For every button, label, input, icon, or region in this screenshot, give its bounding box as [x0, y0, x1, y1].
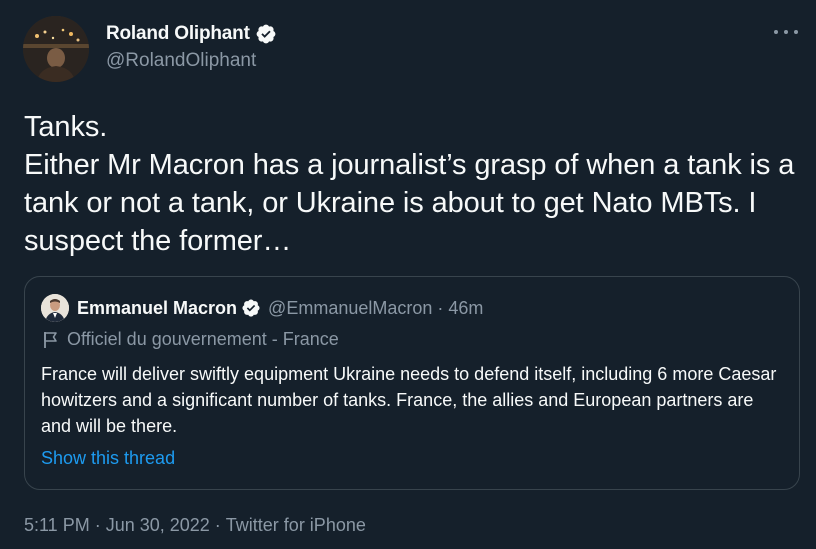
separator-dot: · [94, 515, 101, 535]
author-info: Roland Oliphant @RolandOliphant [106, 20, 277, 72]
author-avatar[interactable] [23, 16, 89, 82]
government-flag-icon [44, 331, 57, 348]
government-label-text: Officiel du gouvernement - France [67, 329, 339, 349]
tweet-text: Tanks. Either Mr Macron has a journalist… [24, 111, 795, 257]
author-display-name[interactable]: Roland Oliphant [106, 23, 250, 45]
quoted-tweet-time: 46m [448, 297, 484, 318]
separator-dot: · [437, 297, 444, 318]
quoted-author-avatar [41, 294, 69, 322]
quoted-tweet[interactable]: Emmanuel Macron @EmmanuelMacron · 46m Of… [24, 276, 800, 490]
tweet-date[interactable]: Jun 30, 2022 [106, 515, 210, 535]
tweet-metadata: 5:11 PM · Jun 30, 2022 · Twitter for iPhone [24, 515, 366, 536]
more-options-icon[interactable] [774, 22, 798, 42]
quoted-author-name: Emmanuel Macron [77, 297, 238, 318]
verified-badge-icon [256, 24, 276, 44]
tweet: Roland Oliphant @RolandOliphant Tanks. E… [0, 0, 816, 549]
quoted-author-handle: @EmmanuelMacron [268, 297, 433, 318]
tweet-source[interactable]: Twitter for iPhone [226, 515, 366, 535]
verified-badge-icon [242, 299, 260, 317]
government-label: Officiel du gouvernement - France [43, 329, 339, 350]
tweet-time[interactable]: 5:11 PM [24, 515, 90, 535]
separator-dot: · [214, 515, 221, 535]
quoted-tweet-header: Emmanuel Macron @EmmanuelMacron · 46m [41, 294, 483, 322]
show-thread-link[interactable]: Show this thread [41, 448, 175, 469]
author-handle[interactable]: @RolandOliphant [106, 50, 277, 72]
author-name-row: Roland Oliphant [106, 20, 277, 48]
quoted-tweet-text: France will deliver swiftly equipment Uk… [41, 364, 777, 436]
